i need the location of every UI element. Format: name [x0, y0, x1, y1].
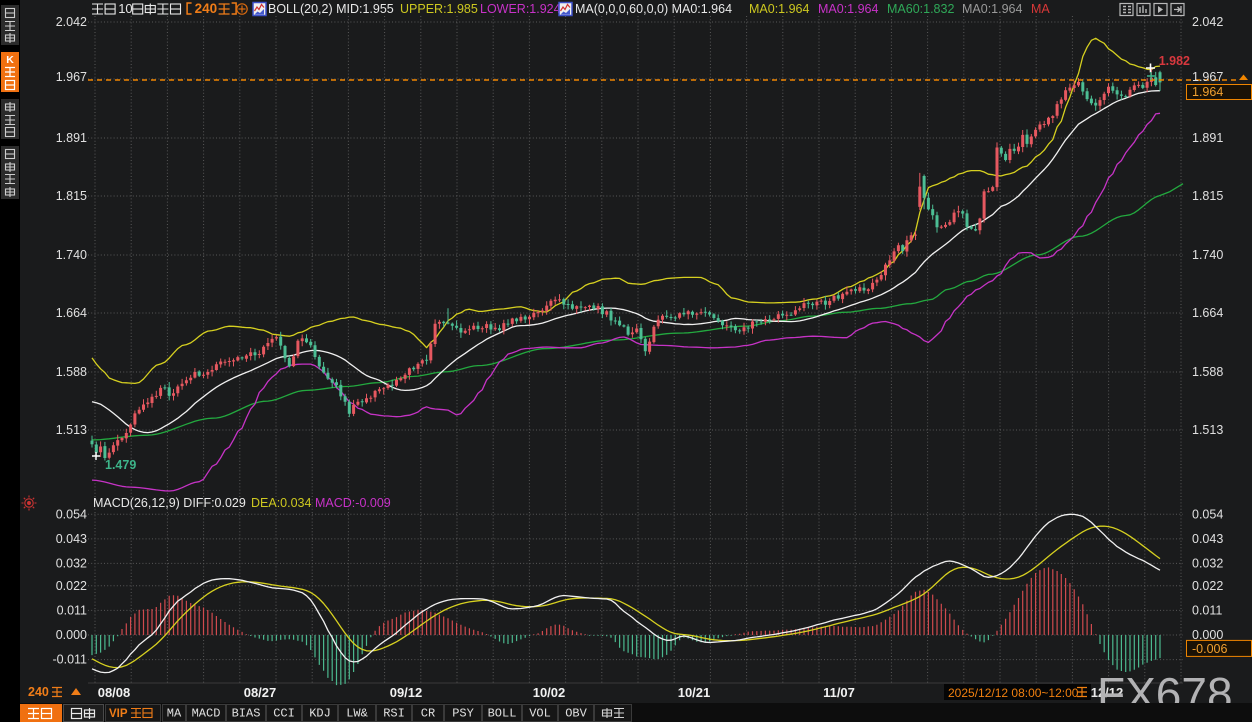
svg-text:1.815: 1.815 — [56, 189, 87, 203]
svg-text:MA(0,0,0,60,0,0) MA0:1.964: MA(0,0,0,60,0,0) MA0:1.964 — [575, 2, 732, 16]
svg-text:MA0:1.964: MA0:1.964 — [749, 2, 810, 16]
svg-text:1.891: 1.891 — [56, 131, 87, 145]
svg-text:1.664: 1.664 — [1192, 306, 1223, 320]
svg-text:0.043: 0.043 — [56, 532, 87, 546]
svg-text:MA0:1.964: MA0:1.964 — [818, 2, 879, 16]
svg-text:DEA:0.034: DEA:0.034 — [251, 496, 312, 510]
svg-text:BOLL(20,2) MID:1.955: BOLL(20,2) MID:1.955 — [268, 2, 394, 16]
svg-text:BOLL: BOLL — [488, 707, 517, 721]
svg-text:08/08: 08/08 — [98, 685, 131, 700]
svg-text:CR: CR — [421, 707, 435, 721]
svg-text:0.032: 0.032 — [56, 556, 87, 570]
svg-text:1.982: 1.982 — [1159, 54, 1190, 68]
svg-text:1.588: 1.588 — [56, 365, 87, 379]
svg-text:OBV: OBV — [565, 707, 587, 721]
svg-text:-0.011: -0.011 — [52, 653, 87, 667]
svg-text:2.042: 2.042 — [56, 15, 87, 29]
svg-text:1.740: 1.740 — [1192, 248, 1223, 262]
svg-text:1.891: 1.891 — [1192, 131, 1223, 145]
svg-text:240: 240 — [195, 1, 218, 16]
svg-text:240: 240 — [28, 685, 49, 699]
svg-text:0.054: 0.054 — [56, 507, 87, 521]
svg-text:MA60:1.832: MA60:1.832 — [887, 2, 954, 16]
svg-text:1.513: 1.513 — [1192, 423, 1223, 437]
svg-text:VIP: VIP — [109, 708, 128, 720]
svg-text:0.043: 0.043 — [1192, 532, 1223, 546]
svg-text:2.042: 2.042 — [1192, 15, 1223, 29]
svg-text:0.011: 0.011 — [57, 603, 87, 617]
svg-text:-0.006: -0.006 — [1192, 642, 1227, 656]
svg-text:1.967: 1.967 — [56, 70, 87, 84]
svg-text:09/12: 09/12 — [390, 685, 423, 700]
svg-text:MA0:1.964: MA0:1.964 — [962, 2, 1023, 16]
svg-text:KDJ: KDJ — [309, 707, 331, 721]
svg-text:PSY: PSY — [452, 707, 474, 721]
svg-text:0.022: 0.022 — [56, 579, 87, 593]
svg-text:MACD:-0.009: MACD:-0.009 — [315, 496, 391, 510]
svg-text:0.000: 0.000 — [56, 628, 87, 642]
svg-text:0.032: 0.032 — [1192, 556, 1223, 570]
svg-text:MACD: MACD — [192, 707, 221, 721]
svg-text:10: 10 — [118, 1, 132, 16]
svg-text:1.740: 1.740 — [56, 248, 87, 262]
svg-text:MA: MA — [167, 707, 182, 721]
svg-text:1.664: 1.664 — [56, 306, 87, 320]
svg-text:0.022: 0.022 — [1192, 579, 1223, 593]
svg-text:K: K — [6, 54, 14, 66]
svg-text:BIAS: BIAS — [232, 707, 261, 721]
svg-text:11/07: 11/07 — [823, 685, 855, 700]
svg-text:1.967: 1.967 — [1192, 70, 1223, 84]
svg-text:LOWER:1.924: LOWER:1.924 — [480, 2, 561, 16]
svg-text:0.011: 0.011 — [1192, 603, 1222, 617]
svg-text:RSI: RSI — [383, 707, 405, 721]
svg-text:2025/12/12 08:00~12:00: 2025/12/12 08:00~12:00 — [948, 686, 1079, 700]
svg-text:1.513: 1.513 — [56, 423, 87, 437]
svg-text:LW&: LW& — [346, 707, 368, 721]
svg-text:10/21: 10/21 — [678, 685, 711, 700]
svg-text:VOL: VOL — [529, 707, 551, 721]
svg-text:1.479: 1.479 — [105, 458, 136, 472]
svg-text:1.964: 1.964 — [1192, 85, 1223, 99]
svg-text:08/27: 08/27 — [244, 685, 277, 700]
svg-text:CCI: CCI — [273, 707, 295, 721]
svg-text:MA: MA — [1031, 2, 1050, 16]
svg-text:1.588: 1.588 — [1192, 365, 1223, 379]
svg-text:1.815: 1.815 — [1192, 189, 1223, 203]
svg-text:MACD(26,12,9) DIFF:0.029: MACD(26,12,9) DIFF:0.029 — [93, 496, 246, 510]
svg-text:0.054: 0.054 — [1192, 507, 1223, 521]
svg-text:10/02: 10/02 — [533, 685, 566, 700]
svg-text:UPPER:1.985: UPPER:1.985 — [400, 2, 478, 16]
